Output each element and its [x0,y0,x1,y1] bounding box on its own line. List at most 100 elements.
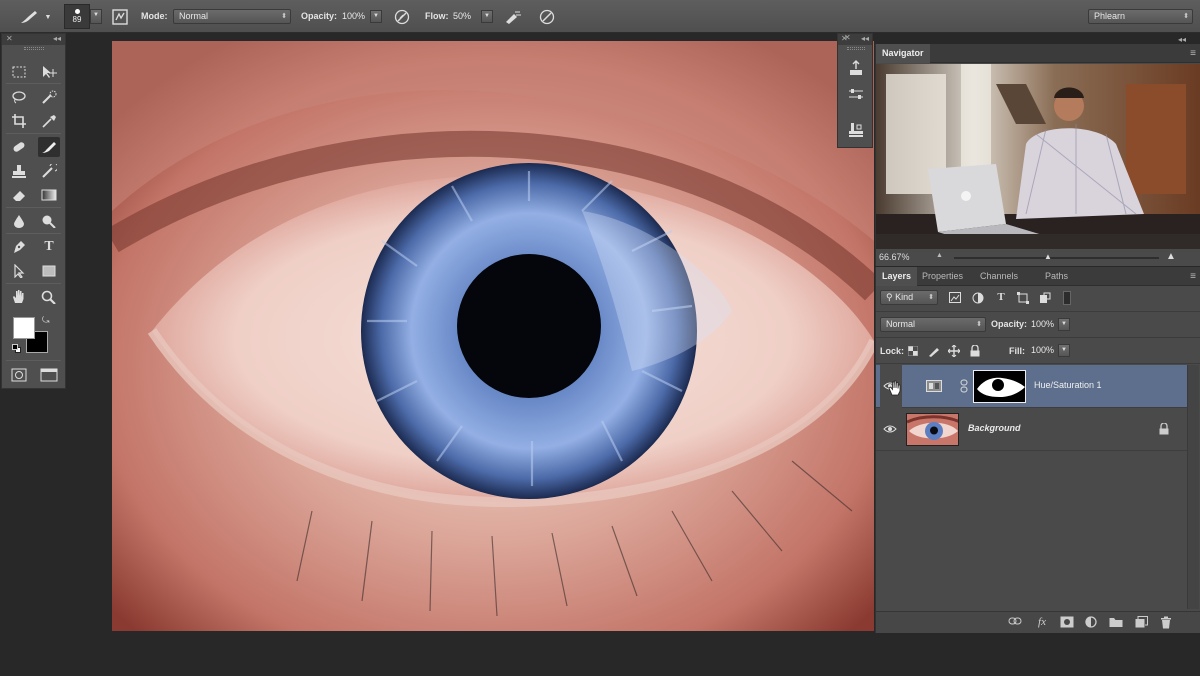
layer-filter-row: ⚲ Kind ⬍ T [876,286,1200,312]
gradient-icon[interactable] [38,185,60,205]
quick-selection-icon[interactable] [38,87,60,107]
panel-menu-icon[interactable]: ≡ [1190,48,1196,59]
default-colors-icon[interactable] [12,344,21,353]
layer-row-hue-saturation[interactable]: Hue/Saturation 1 [876,365,1187,408]
clone-source-icon[interactable] [845,120,867,140]
brush-preset-icon[interactable] [16,8,42,26]
eraser-icon[interactable] [8,185,30,205]
clone-stamp-icon[interactable] [8,161,30,181]
layer-mask-thumbnail[interactable] [973,370,1026,403]
tab-paths[interactable]: Paths [1039,267,1074,286]
opacity-input[interactable]: 100% [342,9,372,24]
layers-scrollbar[interactable] [1187,365,1199,609]
mode-dropdown[interactable]: Normal ⬍ [173,9,291,24]
foreground-color-swatch[interactable] [13,317,35,339]
history-brush-icon[interactable] [38,161,60,181]
filter-adjustment-icon[interactable] [971,291,985,304]
flow-input[interactable]: 50% [453,9,479,24]
healing-brush-icon[interactable] [8,137,30,157]
flow-dropdown-button[interactable]: ▼ [481,10,493,23]
tab-properties[interactable]: Properties [916,267,969,286]
tab-channels[interactable]: Channels [974,267,1024,286]
link-layers-icon[interactable] [1007,616,1023,630]
document-canvas[interactable] [112,41,874,631]
panel-grip[interactable] [24,47,44,50]
visibility-eye-icon[interactable] [882,421,898,437]
chevron-down-icon[interactable]: ▼ [44,12,52,22]
layer-row-background[interactable]: Background [876,408,1187,451]
dodge-icon[interactable] [38,211,60,231]
panel-grip[interactable] [847,47,865,50]
zoom-in-icon[interactable]: ▲ [1166,251,1176,262]
pen-icon[interactable] [8,237,30,257]
swap-colors-icon[interactable]: ⤿ [42,315,50,326]
workspace-dropdown[interactable]: Phlearn ⬍ [1088,9,1193,24]
pressure-opacity-icon[interactable] [392,7,412,27]
zoom-level-value[interactable]: 66.67% [879,252,910,262]
layer-style-fx-icon[interactable]: fx [1034,616,1050,630]
zoom-icon[interactable] [38,287,60,307]
blur-icon[interactable] [8,211,30,231]
expand-icon[interactable]: ◂◂ [861,34,869,43]
eyedropper-icon[interactable] [38,111,60,131]
layer-name[interactable]: Hue/Saturation 1 [1034,380,1102,390]
hand-icon[interactable] [8,287,30,307]
lock-image-pixels-icon[interactable] [927,344,941,357]
new-layer-icon[interactable] [1133,616,1149,630]
layer-name[interactable]: Background [968,423,1021,433]
filter-pixel-icon[interactable] [948,291,962,304]
filter-shape-icon[interactable] [1016,291,1030,304]
background-layer-thumbnail[interactable] [906,413,959,446]
navigator-preview[interactable] [876,64,1200,249]
airbrush-icon[interactable] [502,7,524,27]
add-mask-icon[interactable] [1059,616,1075,630]
close-icon[interactable]: ✕ [844,33,851,42]
new-group-folder-icon[interactable] [1108,616,1124,630]
collapse-icon[interactable]: ◂◂ [1178,35,1186,44]
layer-opacity-dropdown-button[interactable]: ▼ [1058,318,1070,331]
brush-picker-dropdown-button[interactable]: ▼ [90,9,102,24]
layers-tab-row: Layers Properties Channels Paths ≡ [876,267,1200,286]
lock-transparent-icon[interactable] [907,345,919,357]
screen-mode-icon[interactable] [38,365,60,385]
pressure-size-icon[interactable] [537,7,557,27]
lock-all-icon[interactable] [968,344,982,357]
opacity-dropdown-button[interactable]: ▼ [370,10,382,23]
tab-layers[interactable]: Layers [876,267,918,286]
path-selection-icon[interactable] [8,261,30,281]
zoom-out-icon[interactable]: ▲ [936,252,943,259]
blend-mode-dropdown[interactable]: Normal ⬍ [880,317,986,332]
brush-size-picker[interactable]: 89 [64,4,90,29]
mask-link-icon[interactable] [959,379,969,393]
tool-presets-icon[interactable] [845,58,867,78]
adjustments-sliders-icon[interactable] [845,84,867,104]
panel-menu-icon[interactable]: ≡ [1190,271,1196,282]
zoom-slider-track[interactable] [954,257,1159,259]
rectangle-shape-icon[interactable] [38,261,60,281]
collapse-icon[interactable]: ◂◂ [53,34,61,43]
brush-panel-toggle-icon[interactable] [109,7,131,27]
brush-icon[interactable] [38,137,60,157]
filter-toggle-switch[interactable] [1063,291,1071,305]
hand-cursor-icon [887,379,903,397]
filter-kind-dropdown[interactable]: ⚲ Kind ⬍ [880,290,938,305]
fill-input[interactable]: 100% [1031,343,1057,358]
rectangular-marquee-icon[interactable] [8,62,30,82]
type-icon[interactable]: T [38,237,60,257]
tab-navigator[interactable]: Navigator [876,44,930,63]
tool-divider [6,360,61,361]
new-adjustment-layer-icon[interactable] [1083,616,1099,630]
filter-smart-object-icon[interactable] [1038,291,1052,304]
filter-type-icon[interactable]: T [994,290,1008,304]
trash-icon[interactable] [1158,616,1174,630]
crop-icon[interactable] [8,111,30,131]
move-icon[interactable] [38,62,60,82]
zoom-slider-thumb-icon[interactable]: ▲ [1044,252,1052,261]
lasso-icon[interactable] [8,87,30,107]
collapsed-panel-strip: ✕ ◂◂ [837,33,873,148]
quick-mask-icon[interactable] [8,365,30,385]
layer-opacity-input[interactable]: 100% [1031,317,1057,332]
lock-position-icon[interactable] [947,344,961,357]
fill-dropdown-button[interactable]: ▼ [1058,344,1070,357]
close-icon[interactable]: ✕ [6,34,13,43]
